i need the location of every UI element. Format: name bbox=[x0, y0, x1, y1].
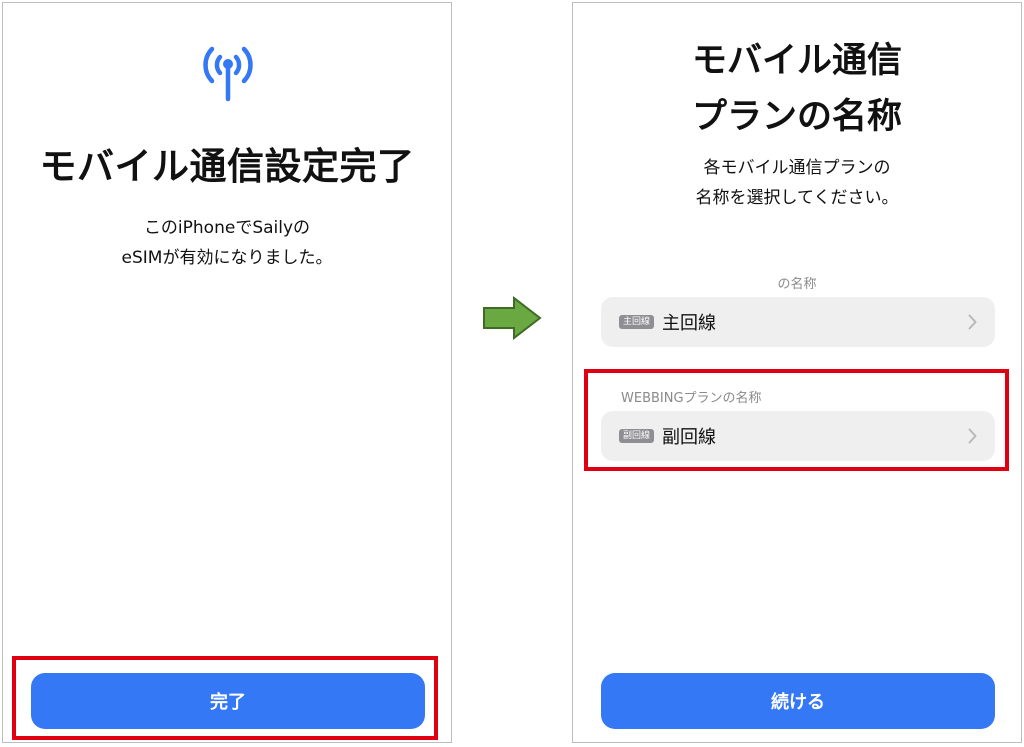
continue-button[interactable]: 続ける bbox=[601, 673, 995, 729]
page-title: モバイル通信設定完了 bbox=[39, 145, 415, 188]
right-arrow-icon bbox=[483, 296, 542, 340]
primary-plan-section-label: の名称 bbox=[777, 277, 817, 292]
completion-message-line-1: このiPhoneでSailyの bbox=[143, 218, 311, 238]
instruction-text-line-1: 各モバイル通信プランの bbox=[703, 158, 891, 178]
primary-plan-label: 主回線 bbox=[662, 313, 717, 334]
page-title-line-2: プランの名称 bbox=[691, 97, 902, 137]
cellular-antenna-icon bbox=[203, 46, 253, 102]
page-title: モバイル通信 プランの名称 bbox=[573, 33, 1021, 145]
primary-plan-row[interactable]: 主回線 主回線 bbox=[601, 297, 995, 347]
webbing-plan-highlight bbox=[584, 369, 1009, 471]
left-screen: モバイル通信設定完了 このiPhoneでSailyの eSIMが有効になりました… bbox=[2, 2, 452, 743]
page-title-line-1: モバイル通信 bbox=[691, 41, 902, 81]
completion-message-line-2: eSIMが有効になりました。 bbox=[121, 248, 333, 268]
instruction-text: 各モバイル通信プランの 名称を選択してください。 bbox=[573, 153, 1021, 213]
completion-message: このiPhoneでSailyの eSIMが有効になりました。 bbox=[3, 213, 451, 273]
chevron-right-icon bbox=[968, 314, 977, 330]
instruction-text-line-2: 名称を選択してください。 bbox=[695, 188, 899, 208]
primary-line-badge: 主回線 bbox=[619, 315, 655, 329]
done-button-highlight bbox=[12, 656, 438, 740]
